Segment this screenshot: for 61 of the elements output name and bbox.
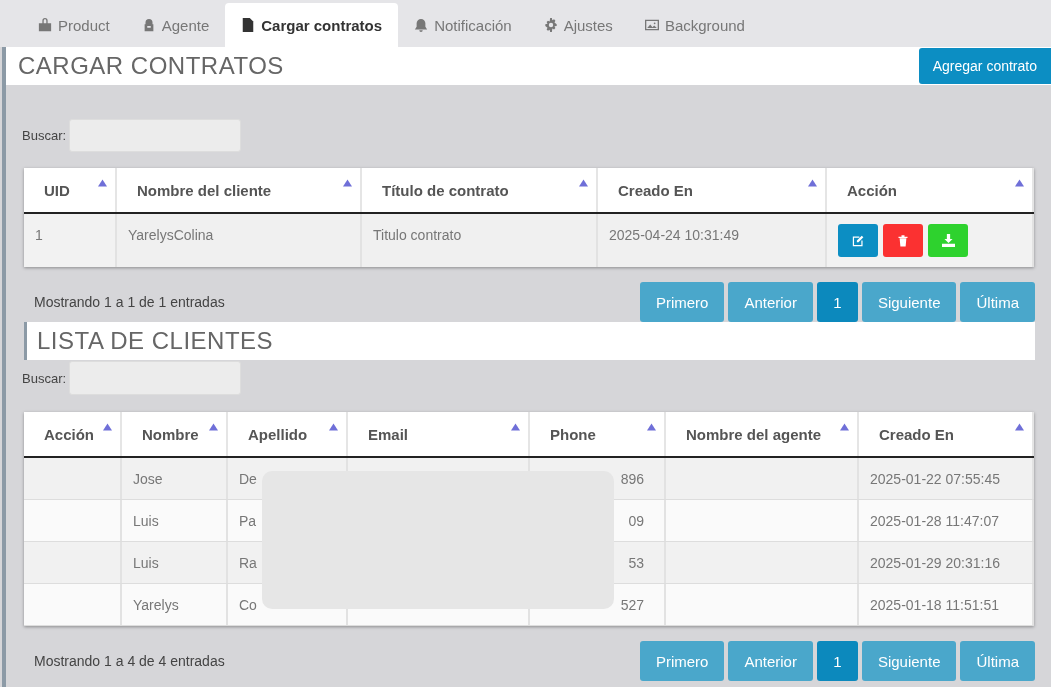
column-header[interactable]: Acción [24, 412, 122, 456]
tab[interactable]: Cargar contratos [225, 3, 399, 47]
search-label: Buscar: [22, 370, 67, 386]
tab[interactable]: Notificación [398, 3, 528, 47]
gear-icon [543, 18, 558, 32]
edit-icon [851, 234, 865, 247]
section-title: CARGAR CONTRATOS [18, 52, 284, 80]
column-header[interactable]: Creado En [598, 168, 827, 212]
tab[interactable]: Product [22, 3, 126, 47]
tab[interactable]: Background [628, 3, 761, 47]
column-header[interactable]: Apellido [228, 412, 348, 456]
bell-icon [414, 18, 429, 32]
entries-info: Mostrando 1 a 1 de 1 entradas [34, 294, 225, 310]
table-cell: Yarelys [122, 584, 228, 625]
column-header[interactable]: Título de contrato [362, 168, 598, 212]
column-header[interactable]: Nombre [122, 412, 228, 456]
page-button[interactable]: Anterior [728, 282, 813, 322]
sort-icon [1015, 423, 1024, 431]
tab[interactable]: Agente [125, 3, 226, 47]
sort-icon [209, 423, 218, 431]
page-button[interactable]: 1 [816, 641, 858, 681]
column-header[interactable]: UID [24, 168, 117, 212]
delete-button[interactable] [883, 224, 923, 257]
column-header[interactable]: Creado En [859, 412, 1034, 456]
column-header[interactable]: Nombre del agente [666, 412, 859, 456]
page-button[interactable]: Última [960, 641, 1035, 681]
sort-icon [329, 423, 338, 431]
sort-icon [647, 423, 656, 431]
sort-icon [343, 179, 352, 187]
file-icon [241, 18, 256, 32]
column-header[interactable]: Email [348, 412, 530, 456]
bag-icon [38, 18, 52, 32]
page-button[interactable]: Primero [639, 282, 725, 322]
sort-icon [1015, 179, 1024, 187]
table-cell: 2025-01-18 11:51:51 [859, 584, 1034, 625]
search-field[interactable] [69, 361, 242, 395]
image-icon [644, 18, 659, 32]
page-button[interactable]: Primero [639, 641, 725, 681]
column-header[interactable]: Phone [530, 412, 666, 456]
edit-button[interactable] [838, 224, 878, 257]
add-contract-button[interactable]: Agregar contrato [918, 48, 1051, 84]
page-button[interactable]: Anterior [728, 641, 813, 681]
sort-icon [840, 423, 849, 431]
search-label: Buscar: [22, 128, 67, 143]
page-button[interactable]: Última [960, 282, 1035, 322]
sort-icon [808, 179, 817, 187]
download-icon [941, 234, 955, 247]
page-button[interactable]: Siguiente [861, 282, 957, 322]
download-button[interactable] [928, 224, 968, 257]
page-button[interactable]: 1 [816, 282, 858, 322]
entries-info: Mostrando 1 a 4 de 4 entradas [34, 653, 225, 669]
sort-icon [511, 423, 520, 431]
sort-icon [579, 179, 588, 187]
page-button[interactable]: Siguiente [861, 641, 957, 681]
sort-icon [98, 179, 107, 187]
trash-icon [897, 234, 909, 247]
column-header[interactable]: Nombre del cliente [117, 168, 362, 212]
column-header[interactable]: Acción [827, 168, 1034, 212]
section-title: LISTA DE CLIENTES [37, 327, 274, 355]
sort-icon [103, 423, 112, 431]
tab[interactable]: Ajustes [527, 3, 629, 47]
